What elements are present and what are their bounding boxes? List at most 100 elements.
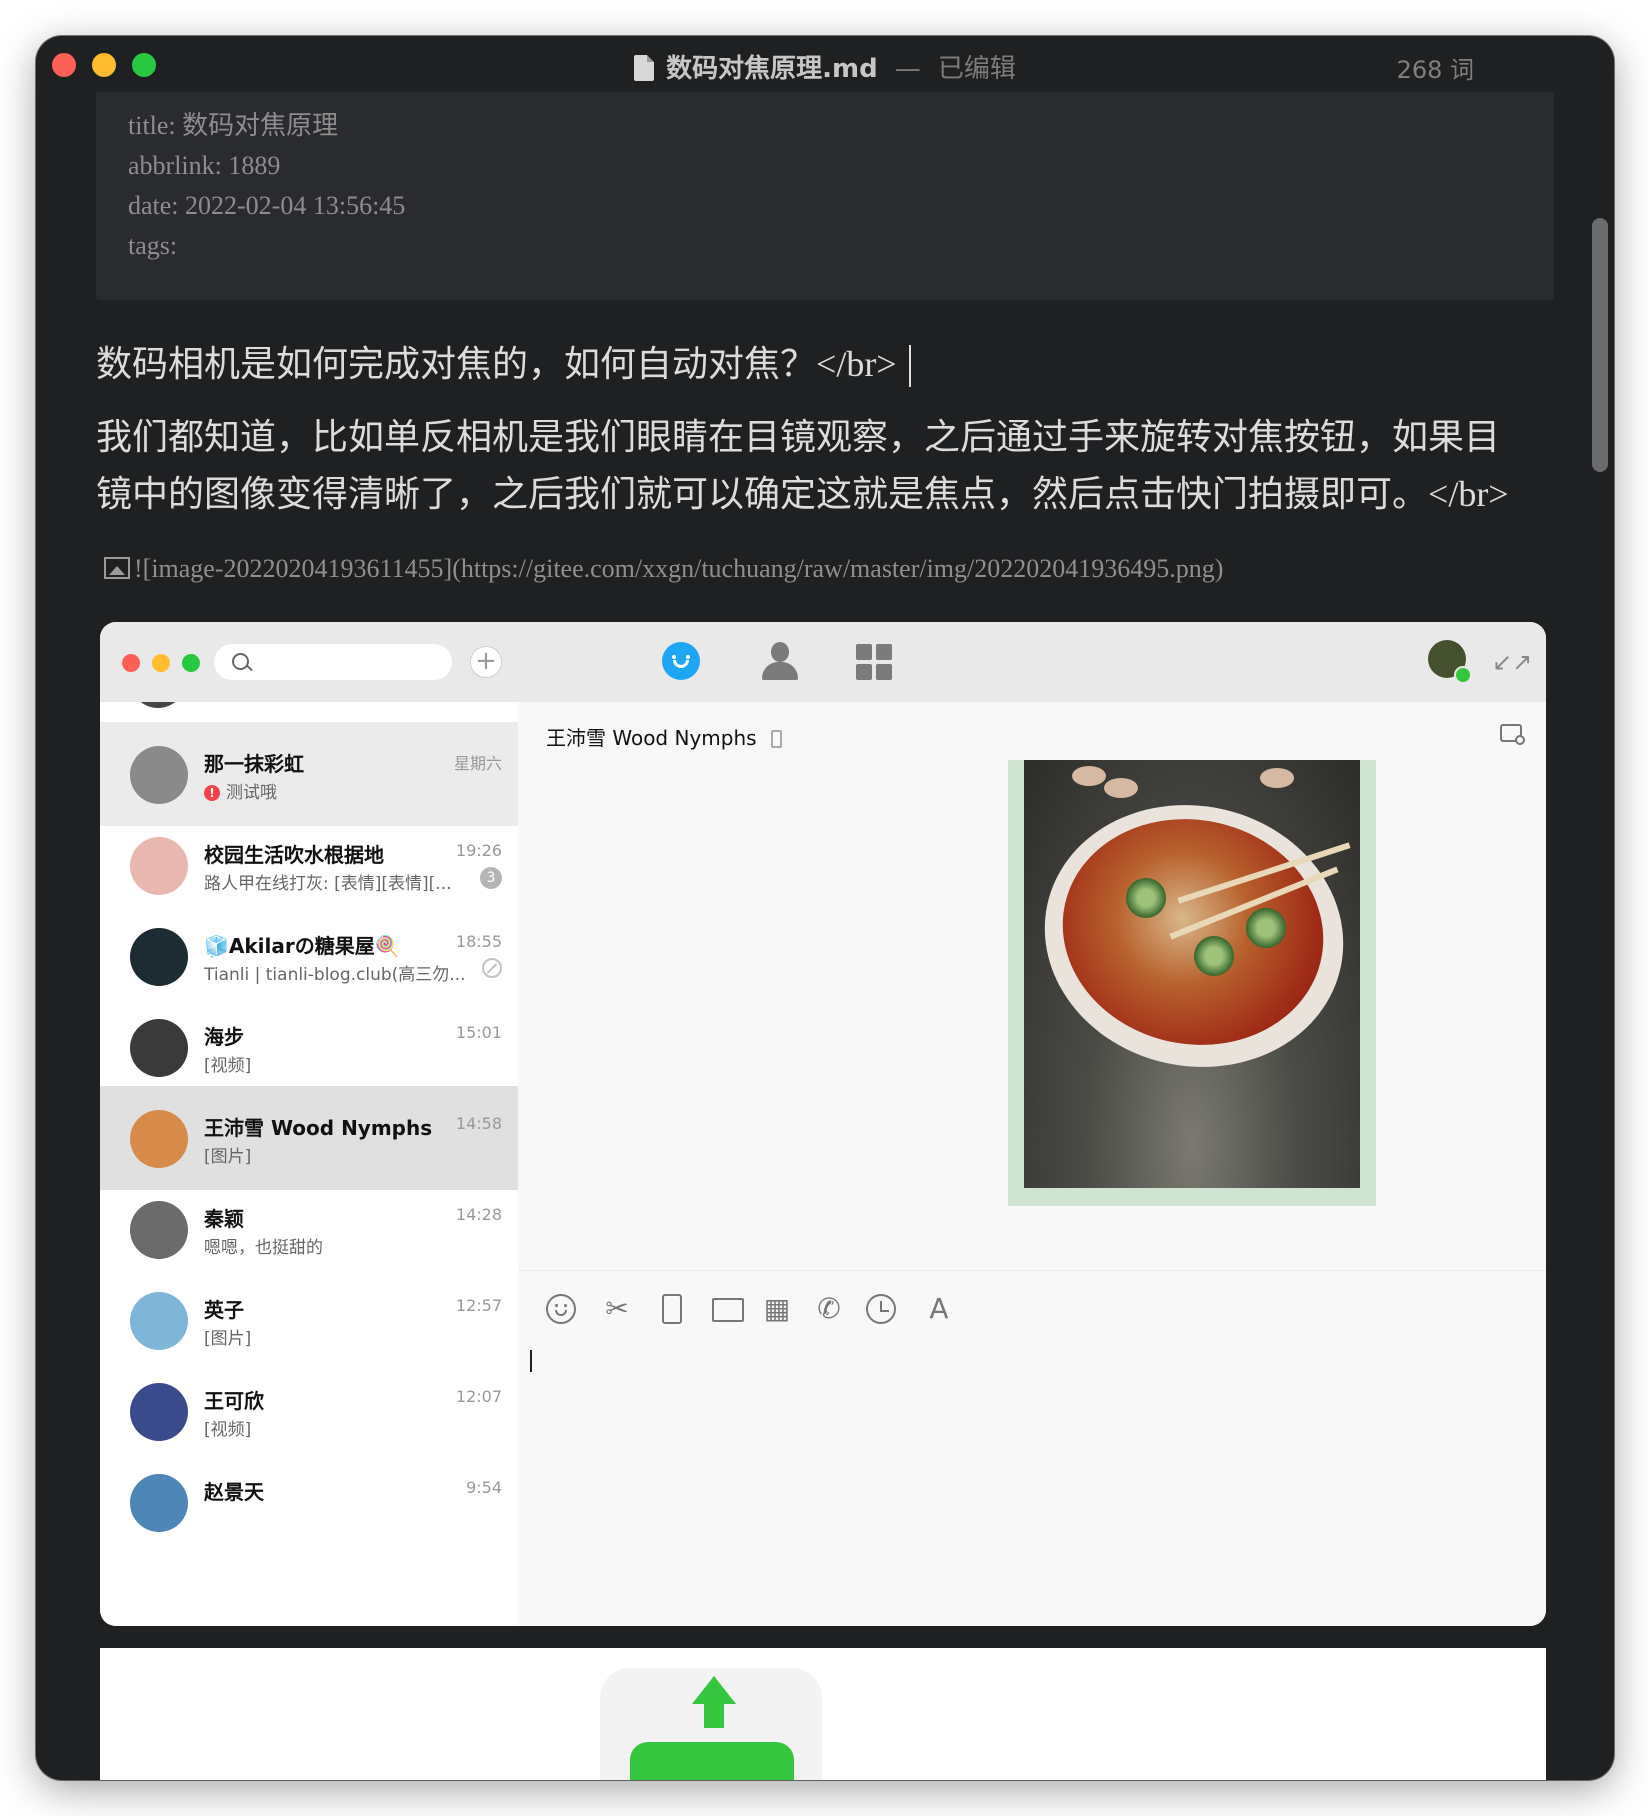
- qq-close-dot: [122, 654, 140, 672]
- conversation-time: 15:01: [455, 1023, 502, 1042]
- conversation-preview: ! 测试哦: [204, 778, 277, 803]
- paragraph-2[interactable]: 我们都知道，比如单反相机是我们眼睛在目镜观察，之后通过手来旋转对焦按钮，如果目 …: [96, 410, 1576, 523]
- photo-cucumber: [1194, 936, 1234, 976]
- preview-text: [图片]: [204, 1147, 252, 1167]
- word-count[interactable]: 268 词: [1397, 50, 1474, 85]
- chat-bubble-icon: [662, 642, 700, 680]
- conversation-item: 那一抹彩虹! 测试哦 星期六: [100, 722, 518, 826]
- conversation-preview: [视频]: [204, 1415, 251, 1440]
- image-markdown-text: ![image-20220204193611455](https://gitee…: [134, 554, 1224, 583]
- conversation-name: 赵景天: [204, 1480, 264, 1504]
- title-separator: —: [894, 54, 921, 84]
- conversation-item: 海步 [视频] 15:01: [100, 995, 518, 1099]
- front-matter-line: date: 2022-02-04 13:56:45: [128, 191, 406, 220]
- conversation-preview: [图片]: [204, 1324, 251, 1349]
- conversation-preview: 路人甲在线打灰: [表情][表情][...: [204, 869, 452, 894]
- conversation-item: 校园生活吹水根据地路人甲在线打灰: [表情][表情][... 19:26 3: [100, 813, 518, 917]
- embedded-qq-screenshot[interactable]: + ↙↗ 那一抹彩虹! 测试哦 星期六 校园生活吹水根据地 路人甲在线打灰: [表情][…: [100, 622, 1546, 1626]
- food-photo: [1024, 760, 1360, 1188]
- upload-app-icon: [600, 1668, 822, 1780]
- chat-options-icon: [1500, 724, 1525, 745]
- conversation-name: 校园生活吹水根据地: [204, 843, 384, 867]
- avatar: [130, 1383, 188, 1441]
- divider: [518, 1270, 1546, 1271]
- preview-text: [视频]: [204, 1420, 252, 1440]
- avatar: [130, 702, 186, 708]
- conversation-name: 海步: [204, 1025, 244, 1049]
- preview-text: Tianli | tianli-blog.club(高三勿...: [204, 965, 466, 985]
- apps-grid-icon: [856, 644, 892, 680]
- avatar: [130, 1292, 188, 1350]
- br-tag: </br>: [816, 344, 897, 384]
- preview-text: 嗯嗯，也挺甜的: [204, 1238, 323, 1258]
- conversation-item: 秦颖嗯嗯，也挺甜的 14:28: [100, 1177, 518, 1281]
- preview-text: [图片]: [204, 1329, 252, 1349]
- phone-call-icon: ✆: [817, 1292, 841, 1325]
- paragraph-line-2: 镜中的图像变得清晰了，之后我们就可以确定这就是焦点，然后点击快门拍摄即可。</b…: [96, 466, 1576, 523]
- add-icon: +: [470, 646, 502, 678]
- conversation-time: 19:26: [455, 841, 502, 860]
- edited-status: 已编辑: [937, 54, 1016, 84]
- upload-arrow-icon: [692, 1676, 736, 1704]
- unread-badge: 3: [480, 867, 502, 889]
- conversation-name: 英子: [204, 1298, 244, 1322]
- markdown-file-icon: [634, 55, 655, 81]
- preview-text: 测试哦: [226, 783, 277, 803]
- avatar: [130, 1201, 188, 1259]
- scissors-icon: ✂: [605, 1292, 629, 1325]
- conversation-preview: [视频]: [204, 1051, 251, 1076]
- conversation-list: 那一抹彩虹! 测试哦 星期六 校园生活吹水根据地 路人甲在线打灰: [表情][表情][.…: [100, 702, 519, 1626]
- muted-icon: [482, 958, 502, 978]
- paragraph-line: 我们都知道，比如单反相机是我们眼睛在目镜观察，之后通过手来旋转对焦按钮，如果目: [96, 417, 1501, 458]
- image-markdown-source[interactable]: ![image-20220204193611455](https://gitee…: [104, 554, 1223, 584]
- conversation-time: 14:28: [455, 1205, 502, 1224]
- paragraph-text: 镜中的图像变得清晰了，之后我们就可以确定这就是焦点，然后点击快门拍摄即可。: [96, 474, 1429, 515]
- conversation-item: 英子 [图片] 12:57: [100, 1268, 518, 1372]
- history-icon: [866, 1294, 896, 1324]
- conversation-time: 12:07: [455, 1387, 502, 1406]
- front-matter-line: tags:: [128, 231, 178, 260]
- upload-tray-icon: [630, 1742, 794, 1780]
- qq-minimize-dot: [152, 654, 170, 672]
- preview-text: 路人甲在线打灰: [表情][表情][...: [204, 874, 452, 894]
- photo-shell: [1260, 768, 1294, 788]
- photo-cucumber: [1126, 878, 1166, 918]
- conversation-name: 王沛雪 Wood Nymphs: [204, 1116, 433, 1140]
- text-cursor: [908, 345, 911, 387]
- chat-panel: 王沛雪 Wood Nymphs ✂ ▦ ✆ A: [518, 702, 1546, 1626]
- conversation-time: 14:58: [455, 1114, 502, 1133]
- conversation-item: 王可欣 [视频] 12:07: [100, 1359, 518, 1463]
- paragraph-1[interactable]: 数码相机是如何完成对焦的，如何自动对焦？</br>: [96, 336, 911, 393]
- scrollbar[interactable]: [1592, 218, 1608, 472]
- avatar: [130, 928, 188, 986]
- conversation-name: 秦颖: [204, 1207, 244, 1231]
- qq-search-field: [214, 644, 452, 680]
- failed-send-icon: !: [204, 785, 220, 801]
- qq-top-bar: + ↙↗: [100, 622, 1546, 702]
- photo-shell: [1104, 778, 1138, 798]
- conversation-time: 9:54: [466, 1478, 502, 1497]
- mobile-device-icon: [770, 730, 782, 748]
- front-matter-line: abbrlink: 1889: [128, 151, 281, 180]
- avatar: [130, 837, 188, 895]
- conversation-preview: 嗯嗯，也挺甜的: [204, 1233, 323, 1258]
- paragraph-text: 数码相机是如何完成对焦的，如何自动对焦？: [96, 344, 817, 385]
- image-message: [1008, 760, 1376, 1206]
- emoji-icon: [546, 1294, 576, 1324]
- photo-shell: [1072, 766, 1106, 786]
- conversation-time: 12:57: [455, 1296, 502, 1315]
- conversation-preview: Tianli | tianli-blog.club(高三勿...: [204, 960, 466, 985]
- qq-zoom-dot: [182, 654, 200, 672]
- photo-cucumber: [1246, 908, 1286, 948]
- upload-arrow-stem: [704, 1702, 724, 1728]
- conversation-name: 🧊Akilarの糖果屋🍭: [204, 934, 400, 958]
- yaml-front-matter[interactable]: title: 数码对焦原理 abbrlink: 1889 date: 2022-…: [96, 92, 1554, 300]
- folder-icon: [712, 1298, 744, 1322]
- conversation-item: 🧊Akilarの糖果屋🍭 Tianli | tianli-blog.club(高三…: [100, 904, 518, 1008]
- shake-icon: [662, 1294, 682, 1324]
- avatar: [130, 1474, 188, 1532]
- conversation-item: 赵景天 9:54: [100, 1450, 518, 1554]
- conversation-item: 王沛雪 Wood Nymphs [图片] 14:58: [100, 1086, 518, 1190]
- search-icon: [232, 653, 249, 670]
- next-embedded-image[interactable]: [100, 1648, 1546, 1780]
